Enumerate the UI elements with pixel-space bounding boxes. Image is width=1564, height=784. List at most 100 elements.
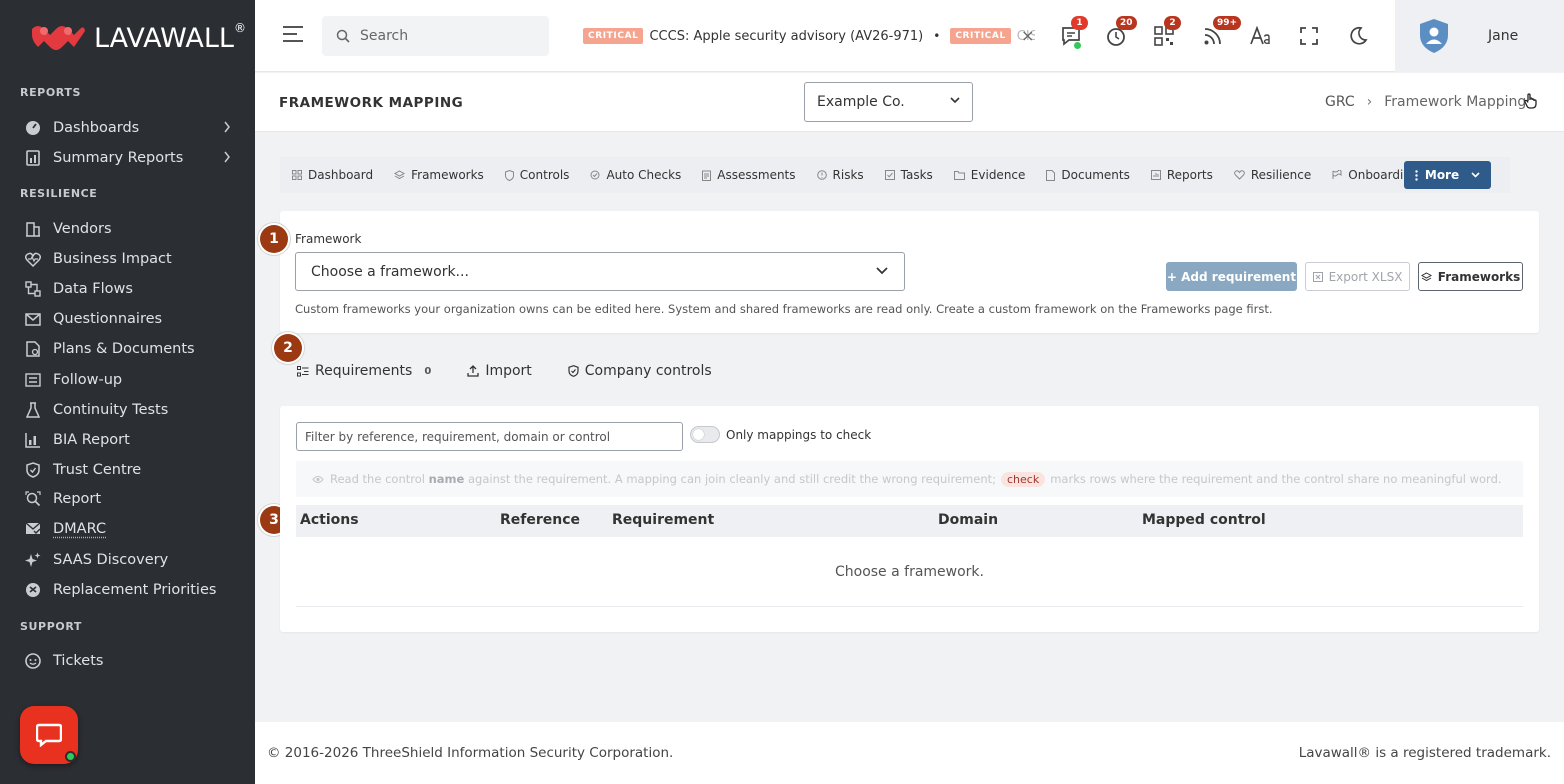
column-mapped-control[interactable]: Mapped control [1142,512,1266,528]
filter-input[interactable] [296,422,683,451]
sidebar-item-replacement-priorities[interactable]: Replacement Priorities [24,577,239,603]
sidebar-item-dashboards[interactable]: Dashboards [24,115,239,141]
tab-frameworks[interactable]: Frameworks [394,168,484,182]
tab-assessments[interactable]: Assessments [702,168,796,182]
sidebar-item-follow-up[interactable]: Follow-up [24,367,239,393]
sidebar-item-saas-discovery[interactable]: SAAS Discovery [24,547,239,573]
grc-tab-bar: Dashboard Frameworks Controls Auto Check… [280,157,1510,193]
qr-button[interactable]: 2 [1150,16,1181,50]
sidebar-item-summary-reports[interactable]: Summary Reports [24,145,239,171]
feed-button[interactable]: 99+ [1199,16,1242,50]
summary-report-icon [24,149,42,167]
tab-import[interactable]: Import [467,363,532,379]
sidebar-item-vendors[interactable]: Vendors [24,216,239,242]
advisory-ticker[interactable]: CRITICAL CCCS: Apple security advisory (… [565,24,1035,48]
sidebar-item-report[interactable]: Report [24,486,239,512]
flask-icon [24,401,42,419]
tab-tasks[interactable]: Tasks [884,168,933,182]
hand-pointer-icon[interactable] [1523,93,1537,109]
chart-bar-icon [24,431,42,449]
sidebar-item-business-impact[interactable]: Business Impact [24,246,239,272]
add-requirement-button[interactable]: + Add requirement [1166,262,1297,291]
user-menu[interactable]: Jane [1395,0,1564,72]
heart-pulse-icon [24,250,42,268]
layers-icon [1420,271,1432,282]
table-header: Actions Reference Requirement Domain Map… [296,505,1523,537]
chevron-right-icon [223,151,231,163]
timer-button[interactable]: 20 [1102,16,1137,50]
ticker-separator: • [933,29,941,43]
checkbox-icon [884,170,895,180]
sidebar-item-tickets[interactable]: Tickets [24,648,239,674]
search-input[interactable] [360,28,530,44]
alert-circle-icon [816,170,827,180]
company-select[interactable]: Example Co. [804,82,973,122]
chevron-down-icon [876,267,888,275]
avatar [1419,18,1449,54]
breadcrumb-grc[interactable]: GRC [1325,94,1355,110]
column-actions[interactable]: Actions [300,512,359,528]
column-requirement[interactable]: Requirement [612,512,714,528]
mapping-hint: Read the control name against the requir… [296,461,1523,497]
tab-reports[interactable]: Reports [1150,168,1213,182]
sidebar-item-data-flows[interactable]: Data Flows [24,276,239,302]
copyright-text: © 2016-2026 ThreeShield Information Secu… [267,745,674,761]
tab-auto-checks[interactable]: Auto Checks [590,168,681,182]
sparkles-icon [24,551,42,569]
ticker-item[interactable]: CCCS: Apple security advisory (AV26-971) [649,29,923,44]
auto-check-icon [590,170,600,180]
tab-requirements[interactable]: Requirements 0 [297,363,431,379]
chat-bubble-icon [36,723,62,747]
tab-company-controls[interactable]: Company controls [568,363,712,379]
frameworks-button[interactable]: Frameworks [1418,262,1523,291]
document-icon [24,340,42,358]
tab-controls[interactable]: Controls [504,168,569,182]
framework-select[interactable]: Choose a framework... [295,252,905,291]
sidebar-item-questionnaires[interactable]: Questionnaires [24,306,239,332]
lavawall-logo-icon [32,26,85,50]
top-bar: CRITICAL CCCS: Apple security advisory (… [255,0,1564,72]
framework-label: Framework [295,232,362,246]
sidebar-item-bia-report[interactable]: BIA Report [24,427,239,453]
sidebar: LAVAWALL® REPORTS Dashboards Summary Rep… [0,0,255,784]
chat-online-indicator [65,751,76,762]
tab-risks[interactable]: Risks [816,168,864,182]
column-reference[interactable]: Reference [500,512,580,528]
footer: © 2016-2026 ThreeShield Information Secu… [255,722,1564,784]
mapping-table-card: Only mappings to check Read the control … [280,406,1539,632]
tab-resilience[interactable]: Resilience [1233,168,1311,182]
qr-badge: 2 [1164,16,1181,30]
tab-evidence[interactable]: Evidence [953,168,1025,182]
heart-icon [1233,170,1245,180]
messages-button[interactable]: 1 [1057,16,1088,50]
breadcrumb-current: Framework Mapping [1384,94,1527,110]
dark-mode-button[interactable] [1344,22,1372,50]
fullscreen-button[interactable] [1295,22,1323,50]
tab-dashboard[interactable]: Dashboard [292,168,373,182]
support-face-icon [24,652,42,670]
list-check-icon [24,371,42,389]
menu-toggle-button[interactable] [283,26,303,42]
column-domain[interactable]: Domain [938,512,998,528]
mapping-subtabs: Requirements 0 Import Company controls [297,360,748,382]
breadcrumb: GRC › Framework Mapping [1325,94,1526,110]
requirements-count: 0 [424,365,432,377]
breadcrumb-separator: › [1366,94,1373,110]
font-size-button[interactable] [1247,22,1275,50]
tab-documents[interactable]: Documents [1046,168,1130,182]
sidebar-item-continuity-tests[interactable]: Continuity Tests [24,397,239,423]
online-dot [1074,42,1081,49]
export-xlsx-button[interactable]: Export XLSX [1305,262,1410,291]
grid-icon [292,170,302,180]
step-marker-2: 2 [274,334,302,362]
ticker-close-button[interactable]: × [1021,26,1034,45]
font-size-icon [1250,26,1270,45]
search-box[interactable] [322,16,549,56]
sidebar-item-plans-documents[interactable]: Plans & Documents [24,336,239,362]
lavawall-logo[interactable]: LAVAWALL® [30,18,246,58]
only-mappings-toggle[interactable] [690,426,720,443]
sidebar-item-dmarc[interactable]: DMARC [24,516,239,542]
more-tabs-button[interactable]: More [1404,161,1491,189]
sidebar-item-trust-centre[interactable]: Trust Centre [24,457,239,483]
critical-badge: CRITICAL [950,28,1011,44]
